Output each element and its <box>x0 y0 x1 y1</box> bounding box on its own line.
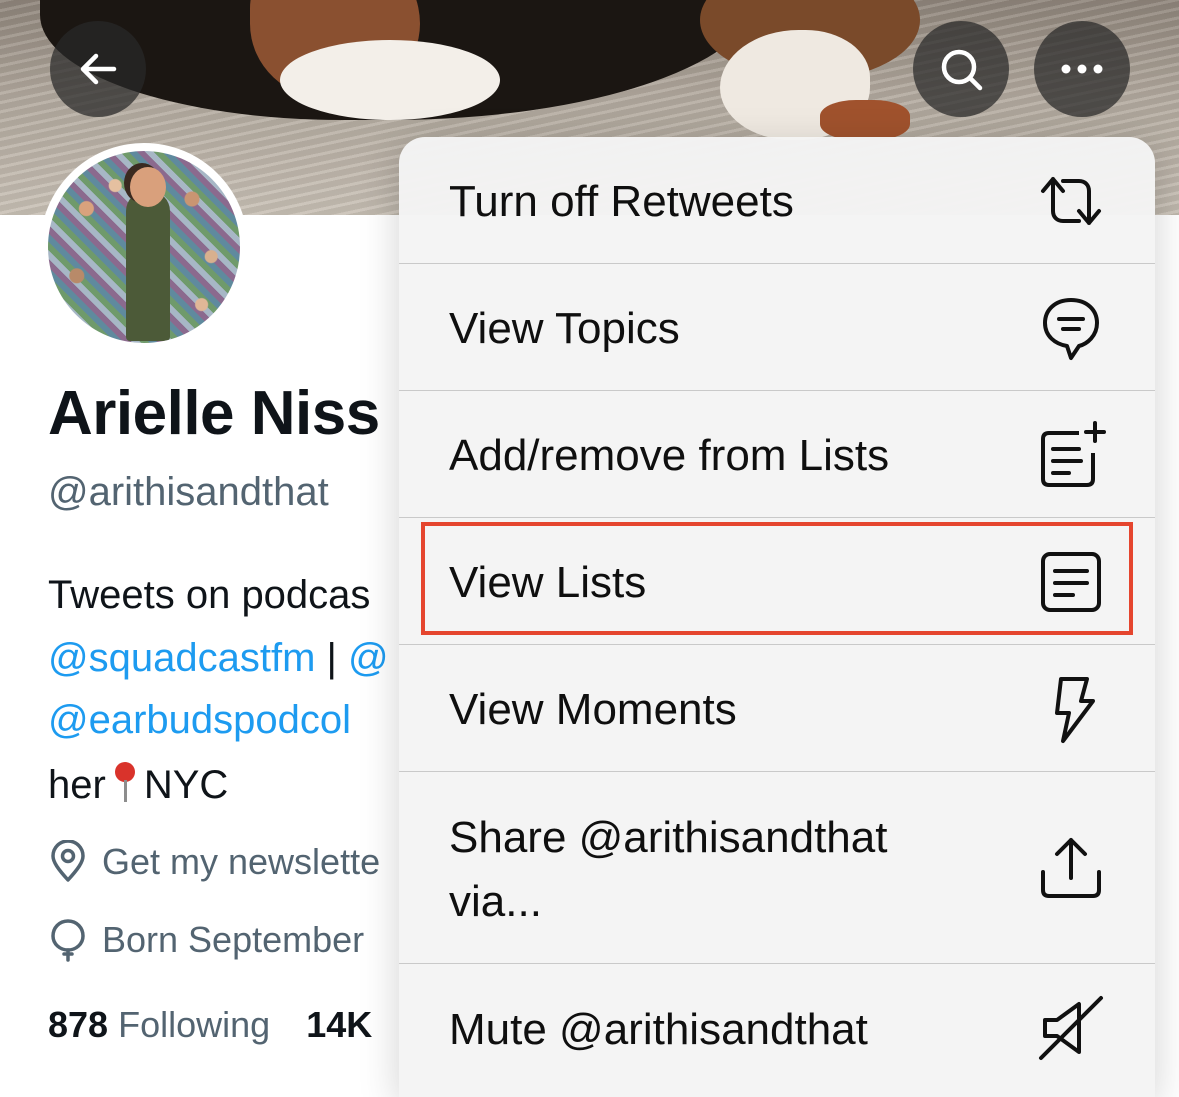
profile-name: Arielle Niss <box>48 379 380 448</box>
retweet-icon <box>1041 177 1101 225</box>
arrow-left-icon <box>80 53 117 85</box>
avatar[interactable] <box>40 143 248 351</box>
menu-item-label: Share @arithisandthat via... <box>449 813 888 926</box>
avatar-speaker-head <box>130 167 166 207</box>
mention-earbudspodcol[interactable]: @earbudspodcol <box>48 698 351 742</box>
banner-toy <box>820 100 910 140</box>
profile-birthday-text: Born September <box>102 919 365 960</box>
menu-item-view-topics[interactable]: View Topics <box>399 264 1155 391</box>
bio-line-2: @squadcastfm | @ <box>48 636 389 681</box>
menu-item-turn-off-retweets[interactable]: Turn off Retweets <box>399 137 1155 264</box>
avatar-speaker-body <box>126 191 170 341</box>
menu-item-label: View Moments <box>449 685 737 734</box>
mention-squadcastfm[interactable]: @squadcastfm <box>48 636 315 680</box>
more-horizontal-icon <box>1061 64 1103 74</box>
menu-item-mute[interactable]: Mute @arithisandthat <box>399 964 1155 1097</box>
back-button[interactable] <box>50 21 146 117</box>
bio-line-3: @earbudspodcol <box>48 698 351 743</box>
bio-text-her: her <box>48 763 106 807</box>
menu-item-label: Add/remove from Lists <box>449 431 890 480</box>
menu-item-view-lists[interactable]: View Lists <box>399 518 1155 645</box>
bio-line-1: Tweets on podcas <box>48 573 370 618</box>
topics-icon <box>1043 298 1099 360</box>
bio-line-4: her NYC <box>48 760 228 808</box>
banner-dog-chest <box>280 40 500 120</box>
balloon-icon <box>51 919 85 962</box>
profile-location-text[interactable]: Get my newslette <box>102 841 380 883</box>
location-icon <box>51 840 85 882</box>
menu-item-share[interactable]: Share @arithisandthat via... <box>399 772 1155 964</box>
search-icon <box>941 49 983 91</box>
lightning-icon <box>1055 677 1095 743</box>
menu-item-add-remove-lists[interactable]: Add/remove from Lists <box>399 391 1155 518</box>
pin-icon <box>110 760 140 804</box>
menu-item-label: View Topics <box>449 304 680 353</box>
following-label: Following <box>118 1004 271 1045</box>
profile-stats: 878 Following 14K <box>48 1004 372 1046</box>
bio-text: Tweets on podcas <box>48 573 371 617</box>
profile-handle: @arithisandthat <box>48 470 329 514</box>
following-count: 878 <box>48 1004 109 1045</box>
mute-icon <box>1039 996 1103 1060</box>
avatar-image <box>48 151 240 343</box>
list-add-icon <box>1041 421 1106 487</box>
profile-location-row: Get my newslette <box>48 840 380 884</box>
search-button[interactable] <box>913 21 1009 117</box>
bio-text-nyc: NYC <box>143 763 229 807</box>
profile-birthday-row: Born September <box>48 918 364 962</box>
following-link[interactable]: 878 Following <box>48 1004 270 1045</box>
menu-item-view-moments[interactable]: View Moments <box>399 645 1155 772</box>
followers-count: 14K <box>306 1004 373 1045</box>
menu-item-label: View Lists <box>449 558 647 607</box>
mention-truncated[interactable]: @ <box>348 636 389 680</box>
followers-link[interactable]: 14K <box>306 1004 372 1045</box>
bio-separator: | <box>315 636 349 680</box>
menu-item-label: Mute @arithisandthat <box>449 1005 868 1054</box>
share-icon <box>1041 838 1101 898</box>
menu-item-label: Turn off Retweets <box>449 177 794 226</box>
more-button[interactable] <box>1034 21 1130 117</box>
lists-icon <box>1041 552 1101 612</box>
profile-overflow-menu: Turn off Retweets View Topics Add/remove… <box>399 137 1155 1097</box>
